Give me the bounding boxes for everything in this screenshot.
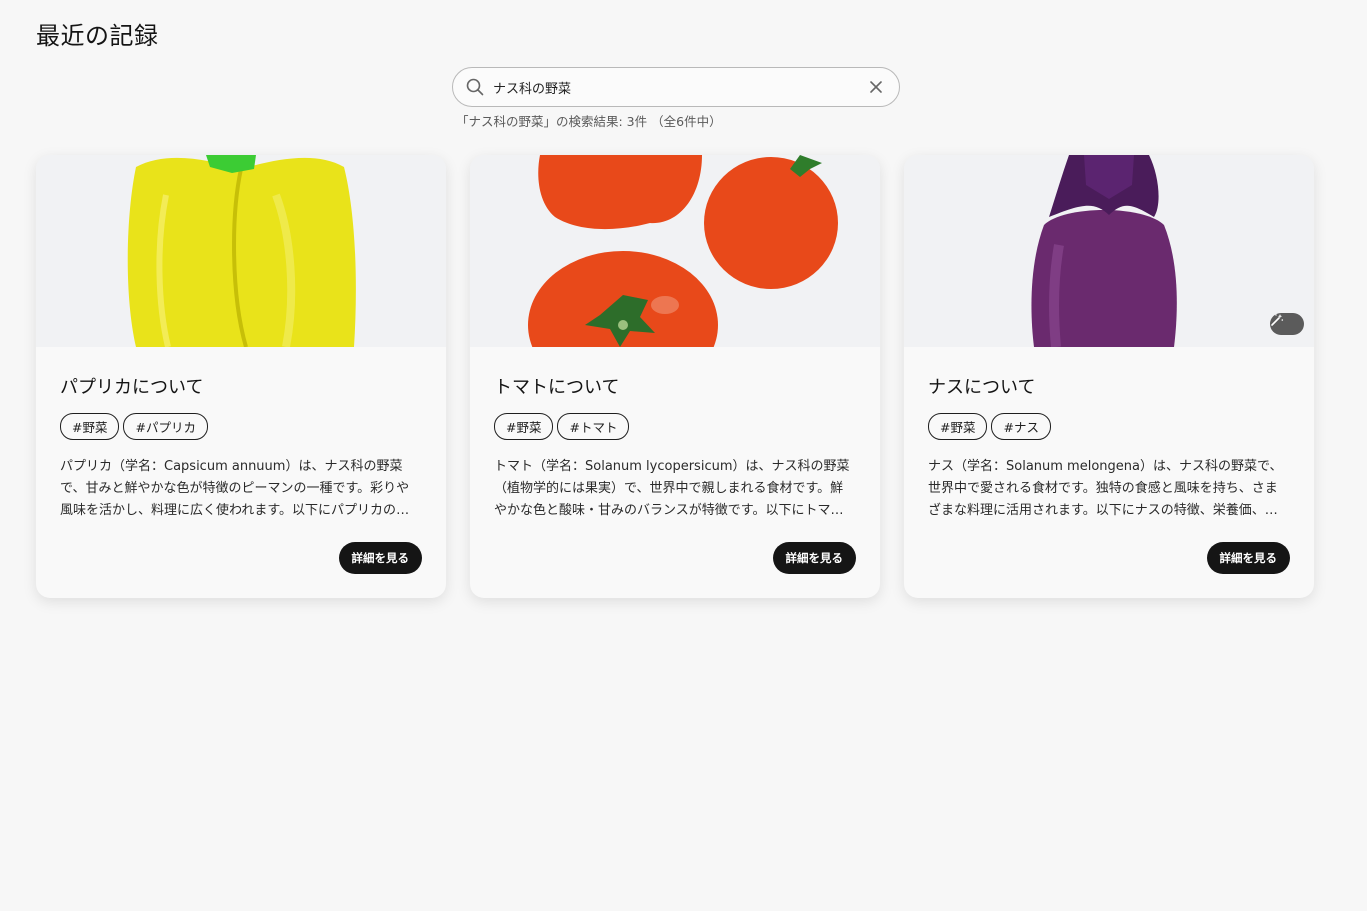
record-card[interactable]: ナスについて #野菜 #ナス ナス（学名：Solanum melongena）は… [904, 155, 1314, 598]
tag[interactable]: #パプリカ [123, 413, 208, 440]
search-bar[interactable] [452, 67, 900, 107]
tag[interactable]: #トマト [557, 413, 630, 440]
eggplant-image [904, 155, 1314, 347]
view-details-button[interactable]: 詳細を見る [772, 542, 856, 574]
card-title: ナスについて [928, 377, 1036, 398]
search-icon [465, 77, 485, 97]
yellow-paprika-image [36, 155, 446, 347]
page-title: 最近の記録 [36, 22, 159, 50]
view-details-button[interactable]: 詳細を見る [1206, 542, 1290, 574]
card-title: トマトについて [494, 377, 620, 398]
card-description: パプリカ（学名：Capsicum annuum）は、ナス科の野菜で、甘みと鮮やか… [60, 459, 410, 518]
search-area: 「ナス科の野菜」の検索結果: 3件 （全6件中） [452, 67, 900, 130]
tag[interactable]: #野菜 [60, 413, 120, 440]
card-title: パプリカについて [60, 377, 204, 398]
search-result-count: 「ナス科の野菜」の検索結果: 3件 （全6件中） [456, 114, 722, 129]
tomatoes-image [470, 155, 880, 347]
card-description: トマト（学名：Solanum lycopersicum）は、ナス科の野菜（植物学… [494, 459, 850, 518]
close-icon[interactable] [865, 76, 887, 98]
tag[interactable]: #ナス [991, 413, 1051, 440]
search-input[interactable] [493, 69, 865, 105]
record-card[interactable]: トマトについて #野菜 #トマト トマト（学名：Solanum lycopers… [470, 155, 880, 598]
card-list: パプリカについて #野菜 #パプリカ パプリカ（学名：Capsicum annu… [36, 155, 1314, 598]
tag[interactable]: #野菜 [494, 413, 554, 440]
magic-wand-icon[interactable] [1270, 313, 1304, 335]
tag-list: #野菜 #トマト [494, 413, 856, 440]
card-description: ナス（学名：Solanum melongena）は、ナス科の野菜で、世界中で愛さ… [928, 459, 1283, 518]
tag-list: #野菜 #パプリカ [60, 413, 422, 440]
tag-list: #野菜 #ナス [928, 413, 1290, 440]
view-details-button[interactable]: 詳細を見る [338, 542, 422, 574]
tag[interactable]: #野菜 [928, 413, 988, 440]
record-card[interactable]: パプリカについて #野菜 #パプリカ パプリカ（学名：Capsicum annu… [36, 155, 446, 598]
